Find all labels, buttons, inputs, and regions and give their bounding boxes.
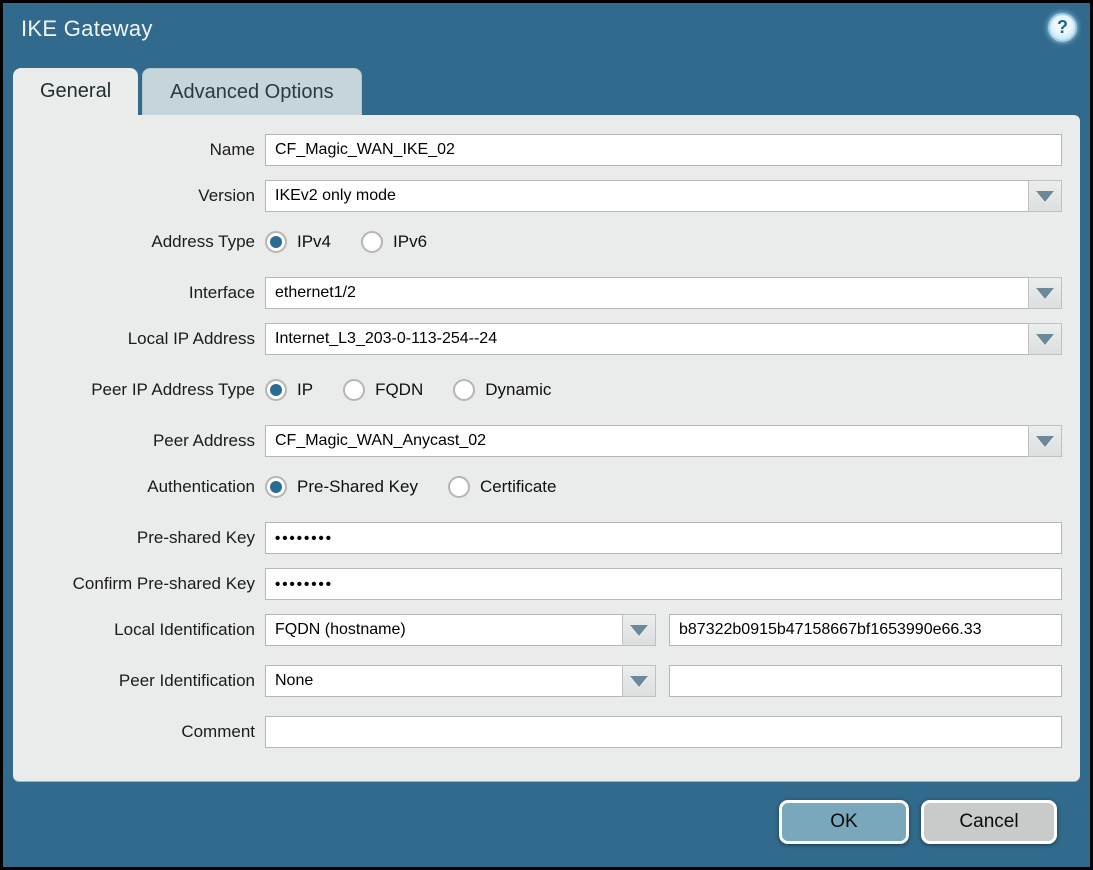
radio-ipv4[interactable]: IPv4: [265, 231, 331, 253]
comment-row: Comment: [13, 716, 1062, 748]
peer-identification-row: Peer Identification: [13, 665, 1062, 697]
peer-identification-dropdown-button[interactable]: [622, 665, 656, 697]
address-type-label: Address Type: [13, 232, 255, 252]
name-input[interactable]: [265, 134, 1062, 166]
local-ip-input[interactable]: [265, 323, 1028, 355]
help-icon[interactable]: ?: [1048, 13, 1077, 42]
authentication-radio-group: Pre-Shared Key Certificate: [265, 476, 1062, 498]
peer-address-dropdown-button[interactable]: [1028, 425, 1062, 457]
local-ip-label: Local IP Address: [13, 329, 255, 349]
local-identification-dropdown-button[interactable]: [622, 614, 656, 646]
local-ip-row: Local IP Address: [13, 323, 1062, 355]
radio-selected-icon: [265, 476, 287, 498]
pre-shared-key-input[interactable]: [265, 522, 1062, 554]
radio-certificate[interactable]: Certificate: [448, 476, 557, 498]
interface-row: Interface: [13, 277, 1062, 309]
peer-identification-type-input[interactable]: [265, 665, 622, 697]
dialog-title: IKE Gateway: [21, 16, 153, 42]
peer-identification-type-dropdown: [265, 665, 656, 697]
local-identification-type-dropdown: [265, 614, 656, 646]
radio-unselected-icon: [361, 231, 383, 253]
name-row: Name: [13, 134, 1062, 166]
radio-selected-icon: [265, 379, 287, 401]
local-ip-dropdown-button[interactable]: [1028, 323, 1062, 355]
local-identification-row: Local Identification: [13, 614, 1062, 646]
local-identification-value-input[interactable]: [669, 614, 1062, 646]
chevron-down-icon: [630, 676, 648, 687]
authentication-row: Authentication Pre-Shared Key Certificat…: [13, 471, 1062, 503]
peer-address-dropdown: [265, 425, 1062, 457]
pre-shared-key-row: Pre-shared Key: [13, 522, 1062, 554]
version-dropdown-button[interactable]: [1028, 180, 1062, 212]
address-type-radio-group: IPv4 IPv6: [265, 231, 1062, 253]
cancel-button[interactable]: Cancel: [921, 800, 1057, 844]
comment-label: Comment: [13, 722, 255, 742]
interface-dropdown-button[interactable]: [1028, 277, 1062, 309]
tab-advanced-options[interactable]: Advanced Options: [142, 68, 361, 115]
pre-shared-key-label: Pre-shared Key: [13, 528, 255, 548]
chevron-down-icon: [1036, 288, 1054, 299]
radio-fqdn[interactable]: FQDN: [343, 379, 423, 401]
peer-ip-type-label: Peer IP Address Type: [13, 380, 255, 400]
chevron-down-icon: [1036, 191, 1054, 202]
radio-unselected-icon: [448, 476, 470, 498]
version-input[interactable]: [265, 180, 1028, 212]
radio-unselected-icon: [343, 379, 365, 401]
authentication-label: Authentication: [13, 477, 255, 497]
chevron-down-icon: [1036, 334, 1054, 345]
ok-button[interactable]: OK: [779, 800, 909, 844]
peer-ip-type-row: Peer IP Address Type IP FQDN Dynamic: [13, 374, 1062, 406]
radio-ip[interactable]: IP: [265, 379, 313, 401]
version-dropdown: [265, 180, 1062, 212]
general-tab-panel: Name Version Address Type IPv4: [13, 115, 1080, 781]
local-ip-dropdown: [265, 323, 1062, 355]
radio-ipv6[interactable]: IPv6: [361, 231, 427, 253]
peer-identification-label: Peer Identification: [13, 671, 255, 691]
radio-unselected-icon: [453, 379, 475, 401]
interface-dropdown: [265, 277, 1062, 309]
tab-bar: General Advanced Options: [13, 68, 362, 115]
local-identification-label: Local Identification: [13, 620, 255, 640]
peer-identification-controls: [265, 665, 1062, 697]
radio-pre-shared-key[interactable]: Pre-Shared Key: [265, 476, 418, 498]
peer-address-row: Peer Address: [13, 425, 1062, 457]
version-row: Version: [13, 180, 1062, 212]
comment-input[interactable]: [265, 716, 1062, 748]
ike-gateway-dialog: IKE Gateway ? General Advanced Options N…: [3, 3, 1090, 867]
interface-input[interactable]: [265, 277, 1028, 309]
peer-address-input[interactable]: [265, 425, 1028, 457]
confirm-pre-shared-key-label: Confirm Pre-shared Key: [13, 574, 255, 594]
name-label: Name: [13, 140, 255, 160]
chevron-down-icon: [1036, 436, 1054, 447]
tab-general[interactable]: General: [13, 68, 138, 115]
confirm-pre-shared-key-row: Confirm Pre-shared Key: [13, 568, 1062, 600]
local-identification-type-input[interactable]: [265, 614, 622, 646]
radio-selected-icon: [265, 231, 287, 253]
chevron-down-icon: [630, 625, 648, 636]
address-type-row: Address Type IPv4 IPv6: [13, 226, 1062, 258]
dialog-footer: OK Cancel: [779, 800, 1057, 844]
radio-dynamic[interactable]: Dynamic: [453, 379, 551, 401]
peer-address-label: Peer Address: [13, 431, 255, 451]
version-label: Version: [13, 186, 255, 206]
local-identification-controls: [265, 614, 1062, 646]
peer-ip-type-radio-group: IP FQDN Dynamic: [265, 379, 1062, 401]
confirm-pre-shared-key-input[interactable]: [265, 568, 1062, 600]
peer-identification-value-input[interactable]: [669, 665, 1062, 697]
interface-label: Interface: [13, 283, 255, 303]
